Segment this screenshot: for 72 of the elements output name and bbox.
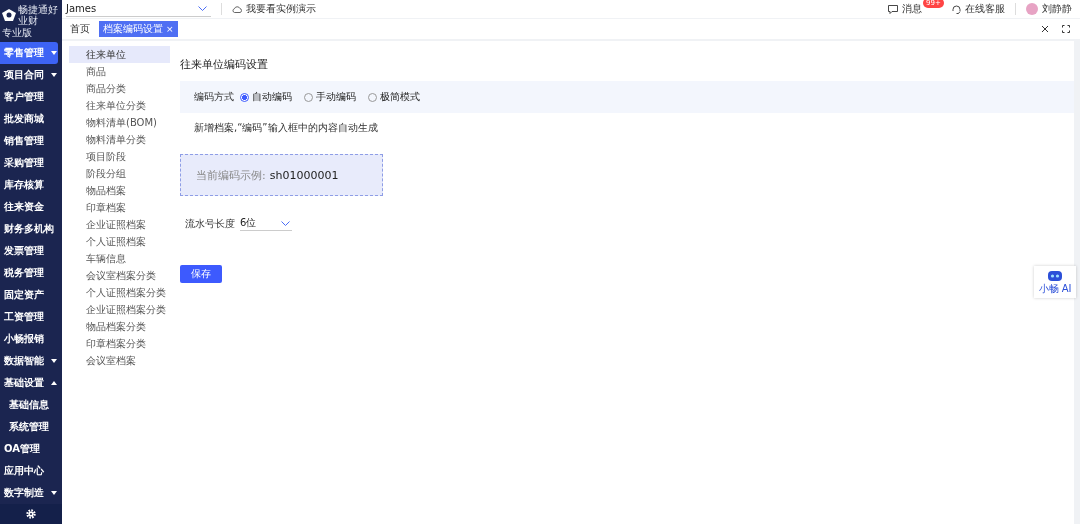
- close-icon[interactable]: [1041, 25, 1049, 33]
- example-label: 当前编码示例:: [196, 167, 266, 183]
- sub-nav-item[interactable]: 会议室档案: [69, 352, 170, 369]
- sub-nav-item[interactable]: 商品: [69, 63, 170, 80]
- logo-text: 畅捷通好业财: [18, 4, 59, 26]
- sub-nav-item[interactable]: 阶段分组: [69, 165, 170, 182]
- sub-nav-item[interactable]: 往来单位: [69, 46, 170, 63]
- sidebar-item[interactable]: 往来资金: [0, 196, 58, 218]
- sidebar-item[interactable]: 应用中心: [0, 460, 58, 482]
- settings-icon[interactable]: [26, 509, 36, 519]
- radio-option[interactable]: 手动编码: [304, 90, 356, 104]
- sidebar-item[interactable]: 数据智能: [0, 350, 58, 372]
- edition-label: 专业版: [2, 27, 33, 38]
- example-value: sh01000001: [269, 168, 339, 182]
- sidebar-item[interactable]: OA管理: [0, 438, 58, 460]
- radio-icon[interactable]: [240, 92, 249, 102]
- headset-icon[interactable]: [952, 4, 961, 14]
- sub-nav-item[interactable]: 物料清单分类: [69, 131, 170, 148]
- sidebar-item[interactable]: 采购管理: [0, 152, 58, 174]
- sub-nav-item[interactable]: 会议室档案分类: [69, 267, 170, 284]
- sub-nav-item[interactable]: 车辆信息: [69, 250, 170, 267]
- tab[interactable]: 档案编码设置 ×: [99, 21, 178, 37]
- sidebar-subitem[interactable]: 系统管理: [0, 416, 58, 438]
- sub-nav-item[interactable]: 商品分类: [69, 80, 170, 97]
- hint-text: 新增档案,“编码”输入框中的内容自动生成: [194, 121, 378, 135]
- sidebar-item[interactable]: 批发商城: [0, 108, 58, 130]
- sidebar-item[interactable]: 工资管理: [0, 306, 58, 328]
- serial-length-select[interactable]: 6位: [240, 216, 292, 231]
- sub-nav-item[interactable]: 印章档案分类: [69, 335, 170, 352]
- sidebar-item[interactable]: 销售管理: [0, 130, 58, 152]
- sidebar-item[interactable]: 客户管理: [0, 86, 58, 108]
- user-name[interactable]: 刘静静: [1042, 2, 1072, 16]
- serial-length-label: 流水号长度: [185, 216, 235, 231]
- sidebar-item[interactable]: 基础设置: [0, 372, 58, 394]
- chevron-icon: [198, 6, 207, 11]
- sub-nav-item[interactable]: 企业证照档案: [69, 216, 170, 233]
- assistant-widget[interactable]: 小畅 AI: [1034, 266, 1076, 298]
- robot-icon: [1047, 268, 1063, 281]
- support-link[interactable]: 在线客服: [965, 2, 1005, 16]
- radio-option[interactable]: 极简模式: [368, 90, 420, 104]
- sidebar-item[interactable]: 发票管理: [0, 240, 58, 262]
- sub-nav-item[interactable]: 往来单位分类: [69, 97, 170, 114]
- sidebar-item[interactable]: 财务多机构: [0, 218, 58, 240]
- save-button[interactable]: 保存: [180, 265, 222, 283]
- sub-nav-item[interactable]: 印章档案: [69, 199, 170, 216]
- page-title: 往来单位编码设置: [180, 57, 268, 72]
- radio-option[interactable]: 自动编码: [240, 90, 292, 104]
- fullscreen-icon[interactable]: [1062, 25, 1070, 33]
- sidebar-subitem[interactable]: 基础信息: [0, 394, 58, 416]
- sub-nav-item[interactable]: 物品档案分类: [69, 318, 170, 335]
- sidebar-item[interactable]: 固定资产: [0, 284, 58, 306]
- close-icon[interactable]: ×: [166, 24, 174, 34]
- sub-nav-item[interactable]: 物料清单(BOM): [69, 114, 170, 131]
- sub-nav-item[interactable]: 个人证照档案: [69, 233, 170, 250]
- sub-nav-item[interactable]: 个人证照档案分类: [69, 284, 170, 301]
- messages-link[interactable]: 消息: [902, 2, 922, 16]
- sub-nav-item[interactable]: 企业证照档案分类: [69, 301, 170, 318]
- sidebar-item[interactable]: 库存核算: [0, 174, 58, 196]
- tab[interactable]: 首页: [66, 21, 94, 37]
- sidebar-item[interactable]: 数字制造: [0, 482, 58, 504]
- sidebar-item[interactable]: 项目合同: [0, 64, 58, 86]
- demo-link[interactable]: 我要看实例演示: [246, 2, 316, 16]
- sidebar-item[interactable]: 零售管理: [0, 42, 58, 64]
- chevron-icon: [281, 220, 290, 226]
- coding-method-label: 编码方式: [194, 90, 234, 104]
- sidebar-item[interactable]: 税务管理: [0, 262, 58, 284]
- chat-icon[interactable]: [888, 4, 898, 14]
- sub-nav-item[interactable]: 物品档案: [69, 182, 170, 199]
- cloud-icon: [232, 5, 242, 13]
- sub-nav-item[interactable]: 项目阶段: [69, 148, 170, 165]
- sidebar-item[interactable]: 小畅报销: [0, 328, 58, 350]
- company-select[interactable]: James: [66, 1, 211, 17]
